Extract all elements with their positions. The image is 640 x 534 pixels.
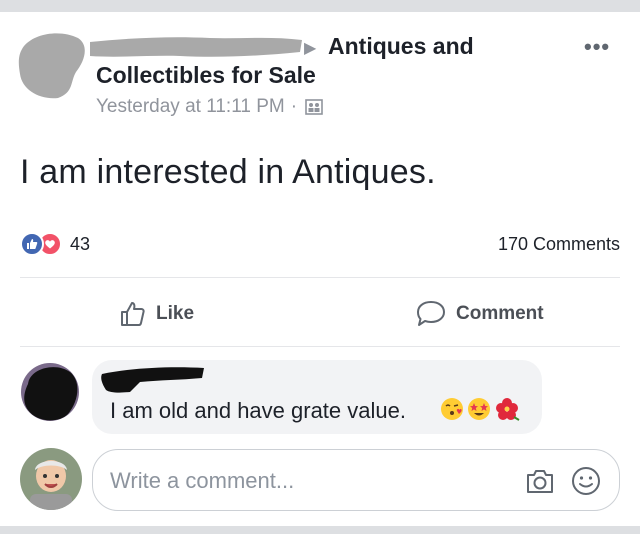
meta-separator: · bbox=[290, 96, 298, 117]
comment-input-placeholder[interactable]: Write a comment... bbox=[110, 468, 294, 494]
reaction-count: 43 bbox=[70, 233, 91, 254]
comment-label: Comment bbox=[456, 303, 544, 324]
post-meta: Yesterday at 11:11 PM · bbox=[96, 96, 323, 118]
kissing-face-icon bbox=[441, 398, 463, 420]
bottom-background bbox=[0, 526, 640, 534]
commenter-avatar-redacted[interactable] bbox=[20, 362, 80, 422]
group-name-link[interactable]: Antiques and bbox=[328, 33, 474, 60]
group-privacy-icon bbox=[305, 99, 323, 115]
divider bbox=[20, 277, 620, 278]
like-button[interactable]: Like bbox=[120, 298, 194, 330]
shared-to-arrow-icon: ▶ bbox=[304, 40, 317, 57]
timestamp[interactable]: Yesterday at 11:11 PM bbox=[96, 96, 285, 118]
emoji-smiley-icon[interactable] bbox=[571, 466, 601, 496]
poster-name-redacted[interactable] bbox=[90, 34, 302, 60]
comment-bubble-icon bbox=[417, 301, 445, 326]
star-struck-icon bbox=[468, 398, 490, 420]
like-reaction-icon bbox=[20, 232, 44, 256]
divider bbox=[20, 346, 620, 347]
reactions-summary[interactable]: 43 bbox=[20, 232, 90, 256]
more-options-icon[interactable]: ••• bbox=[584, 34, 610, 60]
comment-button[interactable]: Comment bbox=[416, 298, 544, 330]
current-user-avatar[interactable] bbox=[20, 448, 82, 510]
comment-text: I am old and have grate value. bbox=[110, 398, 406, 423]
top-background bbox=[0, 0, 640, 12]
camera-icon[interactable] bbox=[525, 467, 555, 495]
like-label: Like bbox=[156, 303, 195, 324]
post-text: I am interested in Antiques. bbox=[20, 153, 436, 191]
group-name-link-continued[interactable]: Collectibles for Sale bbox=[96, 62, 316, 89]
comment-emojis bbox=[440, 397, 522, 421]
commenter-name-redacted[interactable] bbox=[100, 366, 206, 394]
thumbs-up-icon bbox=[121, 302, 145, 326]
poster-avatar-redacted[interactable] bbox=[18, 30, 88, 100]
comments-count-link[interactable]: 170 Comments bbox=[498, 234, 620, 255]
hibiscus-icon bbox=[496, 398, 520, 421]
